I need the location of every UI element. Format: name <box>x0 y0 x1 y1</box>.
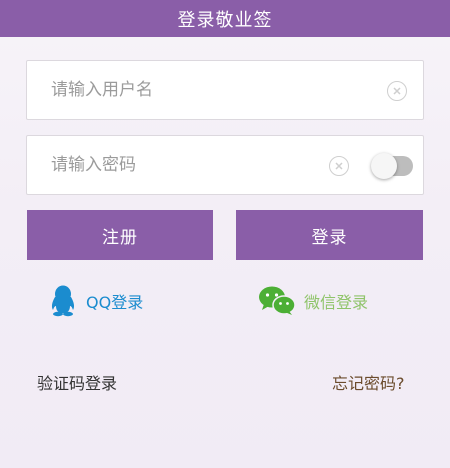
wechat-login-button[interactable]: 微信登录 <box>258 284 368 318</box>
login-button[interactable]: 登录 <box>236 210 423 260</box>
page-title: 登录敬业签 <box>177 9 273 31</box>
toggle-knob <box>371 153 397 179</box>
username-field[interactable] <box>26 60 424 120</box>
sms-login-link[interactable]: 验证码登录 <box>37 370 117 394</box>
qq-login-button[interactable]: QQ登录 <box>48 284 143 318</box>
qq-penguin-icon <box>51 285 75 317</box>
show-password-toggle[interactable] <box>371 153 413 179</box>
qq-login-label: QQ登录 <box>86 293 144 312</box>
register-button[interactable]: 注册 <box>27 210 213 260</box>
wechat-icon <box>259 286 296 315</box>
password-field[interactable] <box>26 135 424 195</box>
password-input[interactable] <box>51 136 331 194</box>
title-bar: 登录敬业签 <box>0 0 450 37</box>
wechat-login-label: 微信登录 <box>304 293 369 312</box>
forgot-password-link[interactable]: 忘记密码? <box>332 370 405 394</box>
username-input[interactable] <box>51 61 331 119</box>
login-button-label: 登录 <box>311 227 348 248</box>
clear-username-icon[interactable] <box>387 81 407 101</box>
register-button-label: 注册 <box>102 227 138 248</box>
clear-password-icon[interactable] <box>329 156 349 176</box>
